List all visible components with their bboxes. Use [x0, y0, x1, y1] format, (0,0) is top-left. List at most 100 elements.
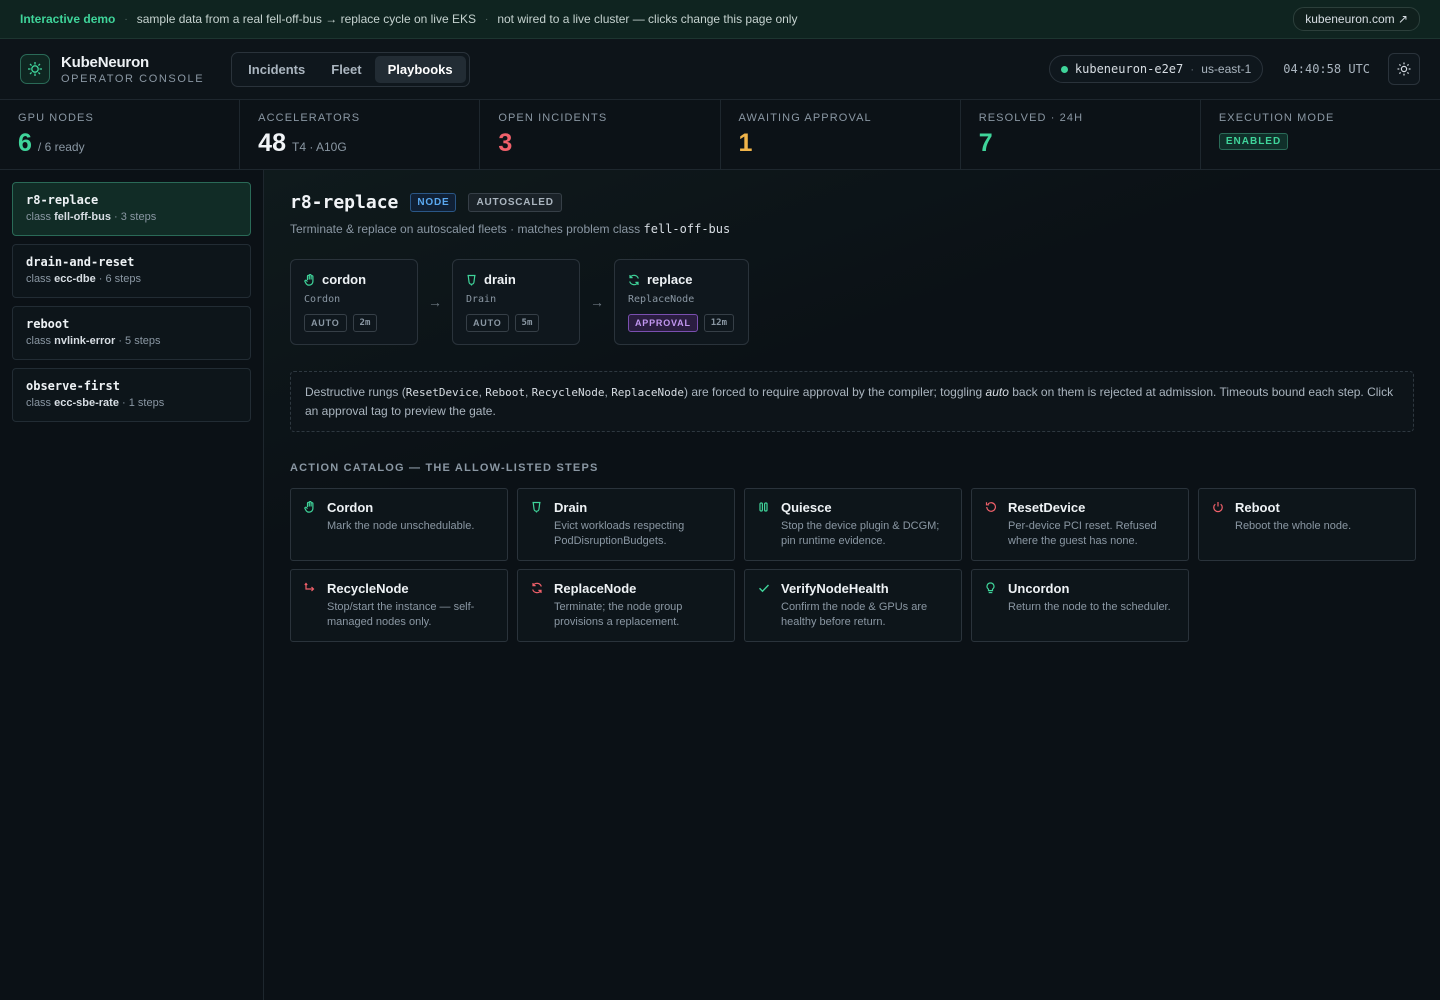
app-header: KubeNeuron OPERATOR CONSOLE Incidents Fl… [0, 39, 1440, 100]
playbook-steps: · 1 steps [122, 397, 165, 409]
description-text: Terminate & replace on autoscaled fleets… [290, 222, 641, 236]
playbook-item-reboot[interactable]: reboot class nvlink-error · 5 steps [12, 306, 251, 360]
playbook-item-drain-and-reset[interactable]: drain-and-reset class ecc-dbe · 6 steps [12, 244, 251, 298]
playbook-list: r8-replace class fell-off-bus · 3 steps … [0, 170, 264, 1000]
catalog-item-drain[interactable]: Drain Evict workloads respecting PodDisru… [517, 488, 735, 561]
playbook-name: observe-first [26, 379, 120, 393]
stat-label: OPEN INCIDENTS [498, 112, 608, 124]
sun-icon [1397, 62, 1411, 76]
banner-sample-text: sample data from a real fell-off-bus → r… [136, 12, 476, 26]
note-code: RecycleNode [531, 386, 605, 399]
autoscaled-badge: AUTOSCALED [468, 193, 562, 212]
cluster-selector[interactable]: kubeneuron-e2e7 · us-east-1 [1048, 55, 1264, 83]
step-card-cordon[interactable]: cordon Cordon AUTO 2m [290, 259, 418, 345]
catalog-item-title: Drain [554, 500, 588, 515]
tab-fleet[interactable]: Fleet [318, 56, 374, 83]
scope-badge: NODE [410, 193, 457, 212]
step-action: Drain [466, 294, 497, 305]
cluster-status-dot [1060, 65, 1068, 73]
tab-incidents[interactable]: Incidents [235, 56, 318, 83]
cup-icon [467, 274, 476, 285]
catalog-item-title: Uncordon [1008, 581, 1070, 596]
playbook-class: ecc-dbe [54, 273, 96, 285]
step-mode-tag[interactable]: AUTO [304, 314, 347, 332]
rotate-ccw-icon [985, 502, 996, 512]
check-icon [759, 584, 770, 593]
stat-label: GPU NODES [18, 112, 94, 124]
action-catalog: Cordon Mark the node unschedulable. Drain… [290, 488, 1416, 642]
main-nav: Incidents Fleet Playbooks [231, 51, 470, 87]
step-card-drain[interactable]: drain Drain AUTO 5m [452, 259, 580, 345]
catalog-item-title: Quiesce [781, 500, 832, 515]
cup-icon [532, 501, 541, 513]
tab-playbooks[interactable]: Playbooks [374, 55, 466, 83]
catalog-title: ACTION CATALOG — THE ALLOW-LISTED STEPS [290, 462, 599, 474]
brand: KubeNeuron OPERATOR CONSOLE [61, 54, 204, 85]
playbook-meta: class fell-off-bus · 3 steps [26, 211, 237, 223]
catalog-item-desc: Confirm the node & GPUs are healthy befo… [781, 601, 928, 628]
refresh-icon [532, 582, 542, 594]
note-code: Reboot [485, 386, 525, 399]
chip-icon [28, 62, 42, 76]
playbook-class: fell-off-bus [54, 211, 111, 223]
playbook-title: r8-replace [290, 192, 399, 213]
playbook-class: nvlink-error [54, 335, 116, 347]
catalog-item-title: RecycleNode [327, 581, 409, 596]
catalog-item-desc: Reboot the whole node. [1235, 520, 1352, 532]
catalog-item-uncordon[interactable]: Uncordon Return the node to the scheduler… [971, 569, 1189, 642]
catalog-item-cordon[interactable]: Cordon Mark the node unschedulable. [290, 488, 508, 561]
note-code: ResetDevice [405, 386, 479, 399]
catalog-item-desc: Mark the node unschedulable. [327, 520, 475, 532]
playbook-description: Terminate & replace on autoscaled fleets… [290, 222, 1414, 236]
playbook-item-observe-first[interactable]: observe-first class ecc-sbe-rate · 1 ste… [12, 368, 251, 422]
playbook-class-prefix: class [26, 397, 52, 409]
step-mode-tag[interactable]: AUTO [466, 314, 509, 332]
stat-value: 3 [498, 129, 513, 157]
logo [20, 54, 50, 84]
playbook-class-prefix: class [26, 335, 52, 347]
catalog-item-recyclenode[interactable]: RecycleNode Stop/start the instance — sel… [290, 569, 508, 642]
stat-sub: T4 · A10G [291, 140, 347, 154]
note-text: ) are forced to require approval by the … [684, 385, 986, 399]
bulb-icon [986, 582, 995, 594]
step-action: Cordon [304, 294, 341, 305]
catalog-item-replacenode[interactable]: ReplaceNode Terminate; the node group pro… [517, 569, 735, 642]
theme-toggle-button[interactable] [1388, 53, 1420, 85]
pause-icon [759, 502, 768, 512]
stat-value: 7 [978, 129, 993, 157]
playbook-meta: class ecc-sbe-rate · 1 steps [26, 397, 237, 409]
stat-value: 6 [18, 129, 32, 157]
catalog-item-resetdevice[interactable]: ResetDevice Per-device PCI reset. Refused… [971, 488, 1189, 561]
step-approval-tag[interactable]: APPROVAL [628, 314, 698, 332]
cluster-region: us-east-1 [1201, 62, 1252, 76]
catalog-item-reboot[interactable]: Reboot Reboot the whole node. [1198, 488, 1416, 561]
playbook-name: reboot [26, 317, 70, 331]
playbook-item-r8-replace[interactable]: r8-replace class fell-off-bus · 3 steps [12, 182, 251, 236]
site-link[interactable]: kubeneuron.com ↗ [1293, 7, 1420, 31]
catalog-item-desc: Per-device PCI reset. Refused where the … [1008, 520, 1157, 547]
catalog-item-title: Cordon [327, 500, 374, 515]
hand-icon [304, 273, 314, 286]
stat-open-incidents: OPEN INCIDENTS 3 [480, 100, 721, 169]
catalog-item-desc: Stop the device plugin & DCGM; pin runti… [781, 520, 940, 547]
execution-mode-badge: ENABLED [1218, 133, 1289, 150]
catalog-item-quiesce[interactable]: Quiesce Stop the device plugin & DCGM; pi… [744, 488, 962, 561]
catalog-item-desc: Stop/start the instance — self-managed n… [327, 601, 475, 628]
playbook-meta: class ecc-dbe · 6 steps [26, 273, 237, 285]
stats-strip: GPU NODES 6 / 6 ready ACCELERATORS 48 T4… [0, 100, 1440, 170]
playbook-meta: class nvlink-error · 5 steps [26, 335, 237, 347]
playbook-class-prefix: class [26, 211, 52, 223]
note-emphasis: auto [985, 385, 1009, 399]
stat-value: 1 [738, 129, 753, 157]
stat-label: EXECUTION MODE [1218, 112, 1335, 124]
step-card-replace[interactable]: replace ReplaceNode APPROVAL 12m [614, 259, 749, 345]
step-name: replace [647, 272, 693, 287]
note-code: ReplaceNode [611, 386, 685, 399]
power-icon [1213, 502, 1223, 513]
demo-banner: Interactive demo · sample data from a re… [0, 0, 1440, 39]
playbook-steps: · 5 steps [118, 335, 161, 347]
hand-icon [304, 500, 314, 513]
catalog-item-verifynodehealth[interactable]: VerifyNodeHealth Confirm the node & GPUs … [744, 569, 962, 642]
stat-label: RESOLVED · 24H [978, 112, 1084, 124]
stat-execution-mode: EXECUTION MODE ENABLED [1201, 100, 1440, 169]
